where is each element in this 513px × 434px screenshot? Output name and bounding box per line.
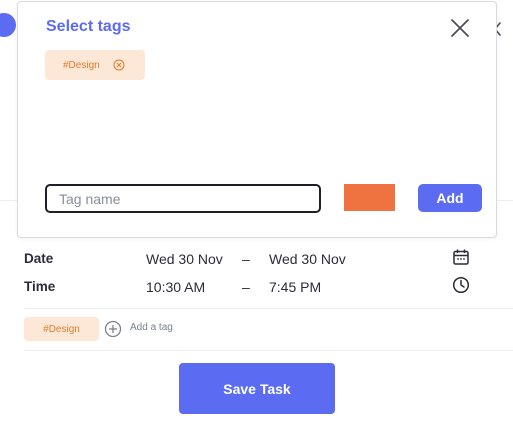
date-separator: –: [242, 251, 250, 267]
end-time-value[interactable]: 7:45 PM: [269, 279, 321, 295]
start-date-value[interactable]: Wed 30 Nov: [146, 251, 223, 267]
end-date-value[interactable]: Wed 30 Nov: [269, 251, 346, 267]
add-tag-button[interactable]: Add: [418, 184, 482, 212]
task-editor: Date Wed 30 Nov – Wed 30 Nov Time 10:30 …: [0, 0, 513, 434]
add-circle-icon[interactable]: [104, 320, 122, 338]
divider: [24, 308, 513, 309]
selected-tag-label: #Design: [63, 59, 100, 71]
back-icon[interactable]: [0, 13, 16, 37]
start-time-value[interactable]: 10:30 AM: [146, 279, 205, 295]
tag-chip[interactable]: #Design: [24, 317, 99, 341]
divider: [24, 350, 513, 351]
date-label: Date: [24, 251, 54, 266]
calendar-icon[interactable]: [452, 248, 470, 266]
close-icon[interactable]: [450, 18, 470, 38]
selected-tag-chip[interactable]: #Design: [45, 50, 145, 80]
time-separator: –: [242, 279, 250, 295]
time-label: Time: [24, 279, 56, 294]
remove-tag-icon[interactable]: [113, 59, 125, 71]
add-tag-link[interactable]: Add a tag: [130, 322, 173, 333]
tag-name-input[interactable]: [45, 184, 321, 213]
select-tags-modal: Select tags #Design Add: [17, 1, 497, 238]
modal-title: Select tags: [46, 18, 131, 35]
save-task-button[interactable]: Save Task: [179, 363, 335, 414]
tag-chip-label: #Design: [43, 323, 80, 335]
clock-icon[interactable]: [452, 276, 470, 294]
tag-color-picker[interactable]: [344, 184, 395, 211]
